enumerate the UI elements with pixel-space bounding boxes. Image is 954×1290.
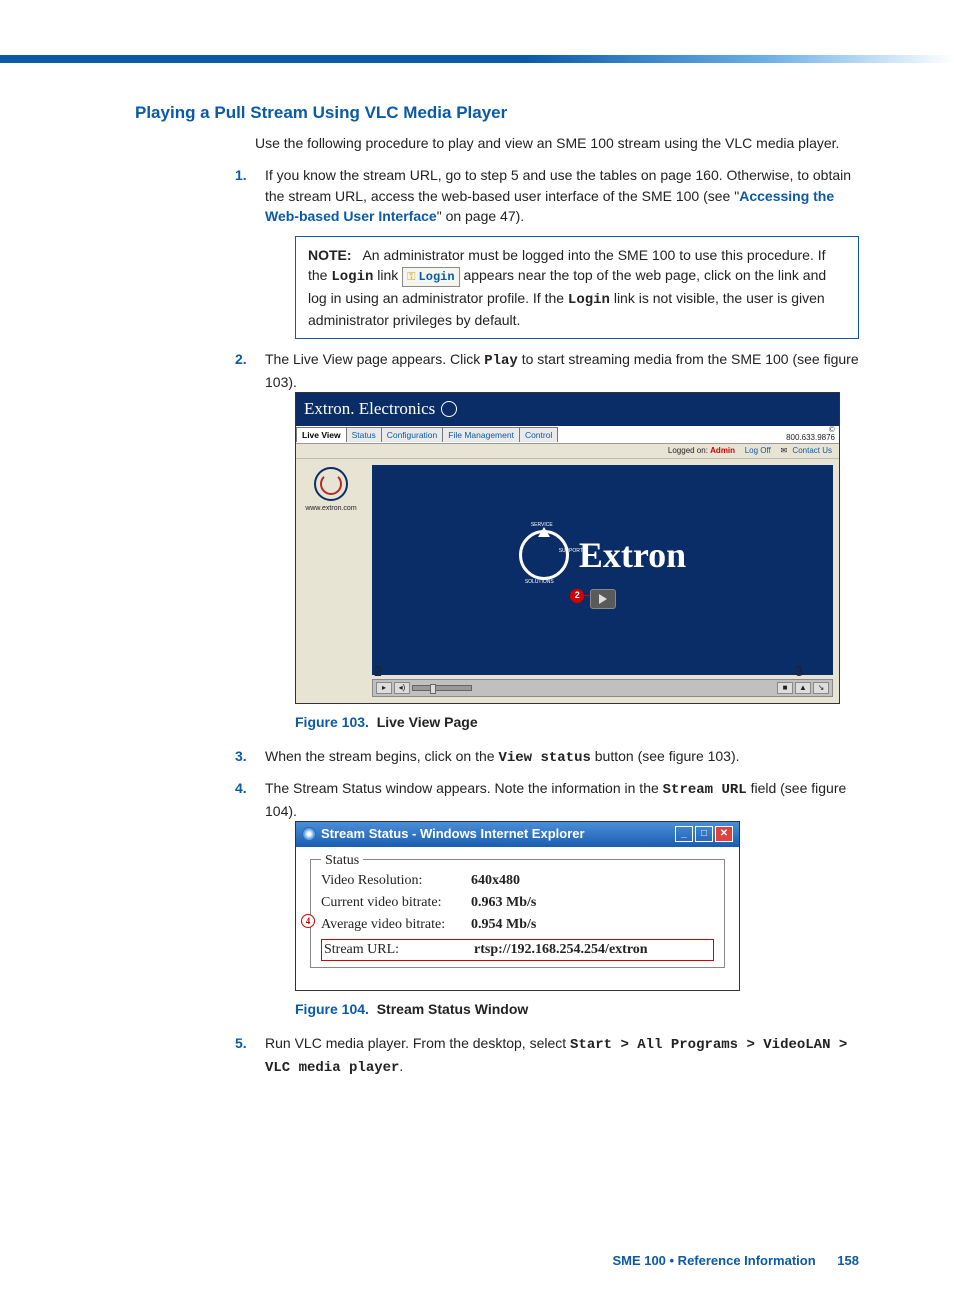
- callout-badge: 2: [570, 589, 584, 603]
- player-splash: SERVICE SUPPORT SOLUTIONS Extron: [519, 529, 686, 581]
- fig103-header: Extron. Electronics: [296, 393, 839, 426]
- note-label: NOTE:: [308, 247, 352, 263]
- figure-104-caption: Figure 104. Stream Status Window: [295, 999, 859, 1019]
- page-content: Playing a Pull Stream Using VLC Media Pl…: [0, 63, 954, 1078]
- step-1: 1. If you know the stream URL, go to ste…: [235, 165, 859, 339]
- fig104-body: Status Video Resolution: 640x480 Current…: [296, 847, 739, 990]
- procedure-list: 1. If you know the stream URL, go to ste…: [235, 165, 859, 1078]
- fig103-status-bar: Logged on: Admin Log Off ✉ Contact Us: [296, 444, 839, 459]
- step-number: 1.: [235, 165, 247, 185]
- fig103-body: www.extron.com SERVICE SUPPORT SOLUTIONS: [296, 459, 839, 703]
- sidebar-logo-icon: [314, 467, 348, 501]
- figure-104: Stream Status - Windows Internet Explore…: [295, 821, 740, 991]
- contact-link[interactable]: Contact Us: [792, 446, 832, 455]
- tab-control[interactable]: Control: [519, 427, 558, 442]
- ctrl-mute-icon[interactable]: ◂): [394, 682, 410, 694]
- sidebar-url: www.extron.com: [298, 504, 364, 514]
- page-footer: SME 100 • Reference Information 158: [612, 1253, 859, 1268]
- step-number: 5.: [235, 1033, 247, 1053]
- figure-103-caption: Figure 103. Live View Page: [295, 712, 859, 732]
- volume-slider[interactable]: [412, 685, 472, 691]
- step-text: The Stream Status window appears. Note t…: [265, 780, 846, 818]
- step-text: Run VLC media player. From the desktop, …: [265, 1035, 847, 1073]
- tab-configuration[interactable]: Configuration: [381, 427, 444, 442]
- note-box: NOTE: An administrator must be logged in…: [295, 236, 859, 339]
- step-number: 2.: [235, 349, 247, 369]
- brand-text: Extron. Electronics: [304, 397, 435, 422]
- callout-4: 4: [301, 914, 315, 928]
- ctrl-stop-icon[interactable]: ■: [777, 682, 793, 694]
- minimize-button[interactable]: _: [675, 826, 693, 842]
- ctrl-status-icon[interactable]: ▲: [795, 682, 811, 694]
- step-5: 5. Run VLC media player. From the deskto…: [235, 1033, 859, 1078]
- status-fieldset: Status Video Resolution: 640x480 Current…: [310, 859, 725, 968]
- step-text: If you know the stream URL, go to step 5…: [265, 167, 851, 224]
- brand-logo-icon: [441, 401, 457, 417]
- fig103-header-right: © 800.633.9876: [786, 426, 839, 444]
- player-controls: ▸ ◂) ■ ▲ ↘: [372, 679, 833, 697]
- row-average-bitrate: 4 Average video bitrate: 0.954 Mb/s: [321, 914, 714, 936]
- row-stream-url: Stream URL: rtsp://192.168.254.254/extro…: [321, 939, 714, 961]
- close-button[interactable]: ✕: [715, 826, 733, 842]
- play-icon: [599, 594, 607, 604]
- section-heading: Playing a Pull Stream Using VLC Media Pl…: [135, 103, 859, 123]
- tab-live-view[interactable]: Live View: [296, 427, 347, 442]
- login-pill: ⚿ Login: [402, 267, 459, 287]
- fig103-tab-row: Live View Status Configuration File Mana…: [296, 426, 839, 445]
- step-text: When the stream begins, click on the Vie…: [265, 748, 740, 764]
- key-icon: ⚿: [407, 271, 415, 283]
- splash-brand: Extron: [579, 529, 686, 581]
- ctrl-fullscreen-icon[interactable]: ↘: [813, 682, 829, 694]
- fig104-titlebar: Stream Status - Windows Internet Explore…: [296, 822, 739, 847]
- step-4: 4. The Stream Status window appears. Not…: [235, 778, 859, 1019]
- step-3: 3. When the stream begins, click on the …: [235, 746, 859, 768]
- figure-103: Extron. Electronics Live View Status Con…: [295, 392, 840, 704]
- tab-file-management[interactable]: File Management: [442, 427, 520, 442]
- fieldset-legend: Status: [321, 851, 363, 871]
- step-text: The Live View page appears. Click Play t…: [265, 351, 859, 389]
- step-2: 2. The Live View page appears. Click Pla…: [235, 349, 859, 732]
- step-number: 3.: [235, 746, 247, 766]
- tab-status[interactable]: Status: [346, 427, 382, 442]
- logoff-link[interactable]: Log Off: [745, 446, 771, 455]
- row-resolution: Video Resolution: 640x480: [321, 870, 714, 892]
- window-title: Stream Status - Windows Internet Explore…: [321, 825, 585, 844]
- maximize-button[interactable]: □: [695, 826, 713, 842]
- ie-icon: [302, 827, 316, 841]
- play-button[interactable]: [590, 589, 616, 609]
- window-buttons: _ □ ✕: [675, 826, 733, 842]
- step-number: 4.: [235, 778, 247, 798]
- fig103-sidebar: www.extron.com: [296, 459, 366, 703]
- video-player: SERVICE SUPPORT SOLUTIONS Extron 2: [372, 465, 833, 675]
- top-color-bar: [0, 55, 954, 63]
- fig103-main: SERVICE SUPPORT SOLUTIONS Extron 2: [366, 459, 839, 703]
- mail-icon: ✉: [780, 446, 787, 455]
- row-current-bitrate: Current video bitrate: 0.963 Mb/s: [321, 892, 714, 914]
- login-pill-text: Login: [419, 270, 455, 284]
- ctrl-play-icon[interactable]: ▸: [376, 682, 392, 694]
- fig103-tabs: Live View Status Configuration File Mana…: [296, 427, 557, 442]
- intro-paragraph: Use the following procedure to play and …: [255, 133, 859, 153]
